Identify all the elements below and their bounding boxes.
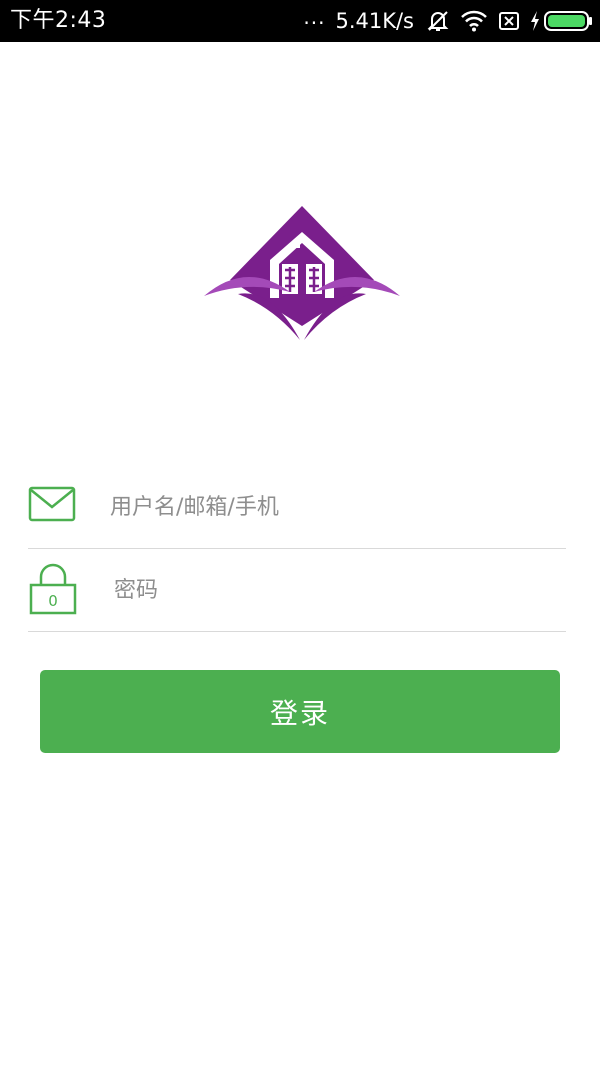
- status-bar: 下午2:43 ... 5.41K/s: [0, 0, 600, 42]
- login-button[interactable]: 登录: [40, 670, 560, 753]
- battery-icon: [544, 10, 592, 32]
- mute-vibrate-icon: [426, 9, 450, 33]
- lock-icon: 0: [28, 563, 78, 619]
- status-time: 下午2:43: [10, 8, 107, 33]
- no-sim-icon: [498, 10, 520, 32]
- envelope-icon: [28, 486, 76, 526]
- charging-icon: [530, 11, 540, 31]
- network-speed: 5.41K/s: [335, 9, 414, 33]
- status-indicators: ... 5.41K/s: [303, 0, 592, 42]
- username-input[interactable]: [110, 486, 550, 528]
- logo-icon: [202, 198, 402, 348]
- lock-digit: 0: [48, 592, 58, 610]
- status-more-dots: ...: [303, 5, 326, 29]
- password-input[interactable]: [114, 569, 554, 611]
- password-row: 0: [28, 547, 566, 632]
- wifi-icon: [460, 10, 488, 32]
- username-row: [28, 464, 566, 549]
